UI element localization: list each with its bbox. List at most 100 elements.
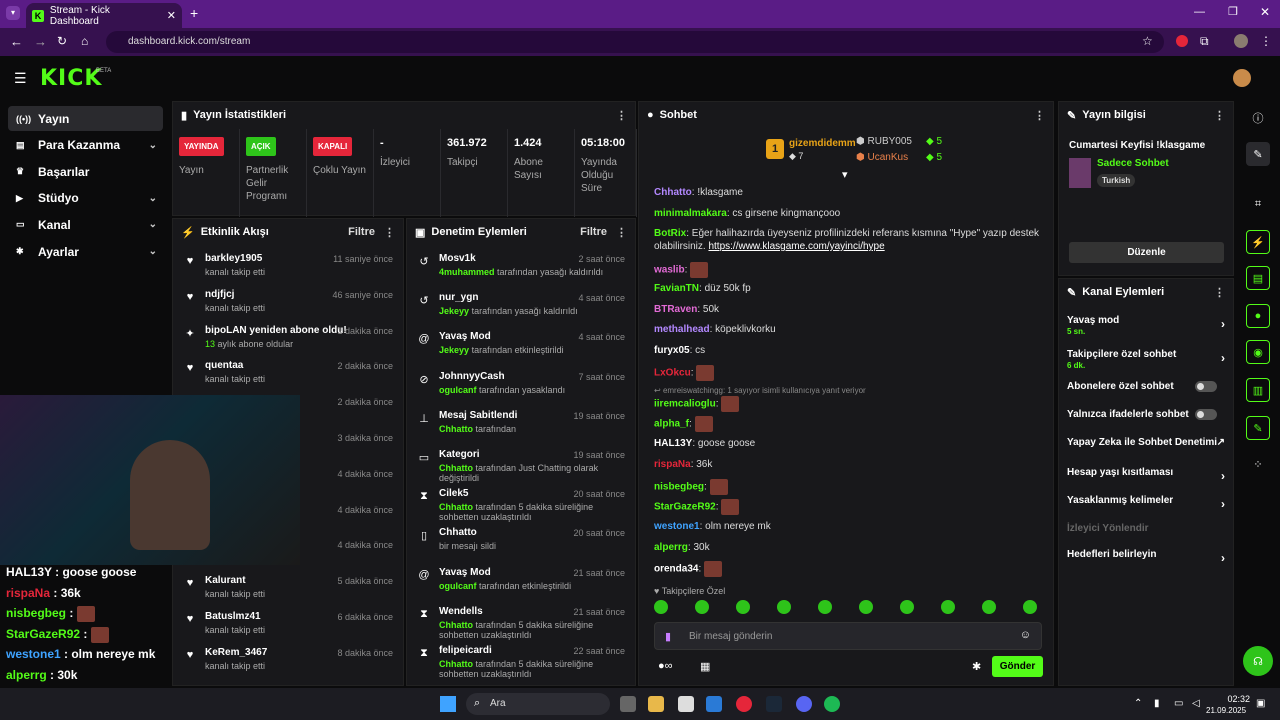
chrome-icon[interactable] [736,696,752,712]
windows-start-icon[interactable] [440,696,456,712]
moderation-target[interactable]: Mosv1k [439,253,476,264]
chat-username[interactable]: BTRaven [654,304,697,315]
send-button[interactable]: Gönder [992,656,1043,677]
activity-menu-icon[interactable]: ⋮ [384,226,395,239]
emote-icon[interactable] [859,600,873,614]
gifter-3[interactable]: ⬢ UcanKus [856,152,908,163]
activity-user[interactable]: quentaa [205,360,243,371]
emoji-icon[interactable]: ☺ [1020,629,1031,641]
moderation-target[interactable]: Chhatto [439,527,477,538]
tray-chevron-icon[interactable]: ⌃ [1134,698,1142,709]
bookmark-star-icon[interactable]: ☆ [1142,34,1153,48]
spotify-icon[interactable] [824,696,840,712]
moderation-target[interactable]: felipeicardi [439,645,492,656]
activity-user[interactable]: Batuslmz41 [205,611,261,622]
broadcast-tool-icon[interactable]: ◉ [1246,340,1270,364]
moderation-target[interactable]: Kategori [439,449,480,460]
tab-list-chevron-icon[interactable]: ▾ [6,6,20,20]
new-tab-icon[interactable]: + [190,5,198,21]
moderation-menu-icon[interactable]: ⋮ [616,226,627,239]
chat-username[interactable]: waslib [654,265,685,276]
activity-user[interactable]: barkley1905 [205,253,262,264]
chat-username[interactable]: StarGazeR92 [654,502,716,513]
activity-user[interactable]: Kalurant [205,575,246,586]
emote-icon[interactable] [654,600,668,614]
moderator-name[interactable]: Chhatto [439,502,473,512]
channel-action-5[interactable]: Hesap yaşı kısıtlaması › [1067,467,1225,483]
emote-icon[interactable] [1023,600,1037,614]
nav-item-0[interactable]: ((•)) Yayın [8,106,163,131]
home-icon[interactable]: ⌂ [81,34,88,48]
mic-icon[interactable]: ▮ [665,630,671,643]
chat-username[interactable]: nisbegbeg [654,482,704,493]
nav-item-5[interactable]: ✱ Ayarlar ⌄ [8,239,163,264]
moderation-target[interactable]: Wendells [439,606,483,617]
moderator-name[interactable]: Chhatto [439,659,473,669]
browser-menu-icon[interactable]: ⋮ [1260,34,1272,48]
nav-item-1[interactable]: ▤ Para Kazanma ⌄ [8,133,163,158]
clock-date[interactable]: 21.09.2025 [1206,706,1246,715]
channel-action-8[interactable]: Hedefleri belirleyin › [1067,549,1225,565]
channel-action-2[interactable]: Abonelere özel sohbet [1067,381,1225,392]
nav-item-2[interactable]: ♛ Başarılar [8,159,163,184]
chat-username[interactable]: LxOkcu [654,368,691,379]
moderator-name[interactable]: Jekeyy [439,345,469,355]
chat-username[interactable]: FavianTN [654,283,699,294]
channel-action-0[interactable]: Yavaş mod 5 sn. › [1067,315,1225,337]
store-app-icon[interactable] [678,696,694,712]
moderation-target[interactable]: Yavaş Mod [439,567,491,578]
gifter-2[interactable]: ⬢ RUBY005 [856,136,912,147]
steam-icon[interactable] [766,696,782,712]
emote-icon[interactable] [695,600,709,614]
chevron-down-icon[interactable]: ⌄ [149,246,157,257]
mic-tray-icon[interactable]: ▮ [1154,698,1160,709]
outlook-icon[interactable] [706,696,722,712]
moderation-target[interactable]: Mesaj Sabitlendi [439,410,517,421]
edit-info-button[interactable]: Düzenle [1069,242,1224,263]
moderator-name[interactable]: ogulcanf [439,581,477,591]
channel-action-4[interactable]: Yapay Zeka ile Sohbet Denetimi ↗ [1067,437,1225,448]
moderation-target[interactable]: JohnnyyCash [439,371,505,382]
moderation-target[interactable]: Cilek5 [439,488,468,499]
info-icon[interactable]: ⓘ [1246,106,1270,130]
top-gifter-user[interactable]: gizemdidemm [789,138,856,149]
chevron-down-icon[interactable]: ⌄ [149,219,157,230]
emote-icon[interactable] [818,600,832,614]
chevron-right-icon[interactable]: › [1221,317,1225,331]
apps-tool-icon[interactable]: ⁘ [1246,452,1270,476]
channel-action-6[interactable]: Yasaklanmış kelimeler › [1067,495,1225,511]
chat-username[interactable]: westone1 [654,521,700,532]
lightning-tool-icon[interactable]: ⚡ [1246,230,1270,254]
emote-icon[interactable] [941,600,955,614]
notification-icon[interactable]: ▣ [1256,698,1265,709]
chat-username[interactable]: minimalmakara [654,208,727,219]
nav-item-3[interactable]: ▶ Stüdyo ⌄ [8,186,163,211]
moderator-name[interactable]: ogulcanf [439,385,477,395]
emote-icon[interactable] [736,600,750,614]
reload-icon[interactable]: ↻ [57,34,67,48]
moderator-name[interactable]: 4muhammed [439,267,495,277]
discord-icon[interactable] [796,696,812,712]
chat-tool-icon[interactable]: ● [1246,304,1270,328]
moderator-name[interactable]: Chhatto [439,620,473,630]
info-menu-icon[interactable]: ⋮ [1214,109,1225,122]
activity-filter-button[interactable]: Filtre [348,226,375,238]
user-avatar[interactable] [1233,69,1251,87]
moderator-name[interactable]: Chhatto [439,463,473,473]
moderator-name[interactable]: Chhatto [439,424,473,434]
taskbar-search[interactable]: ⌕ Ara [466,693,610,715]
chevron-right-icon[interactable]: › [1221,497,1225,511]
minimize-icon[interactable]: — [1194,6,1205,18]
moderation-target[interactable]: nur_ygn [439,292,478,303]
document-tool-icon[interactable]: ▤ [1246,266,1270,290]
moderator-name[interactable]: Jekeyy [439,306,469,316]
layout-tool-icon[interactable]: ▥ [1246,378,1270,402]
profile-avatar-icon[interactable] [1234,34,1248,48]
category-link[interactable]: Sadece Sohbet [1097,158,1169,169]
toggle-switch[interactable] [1195,409,1217,420]
chevron-right-icon[interactable]: › [1221,551,1225,565]
chevron-right-icon[interactable]: › [1221,469,1225,483]
chat-settings-gear-icon[interactable]: ✱ [972,660,981,673]
chat-input[interactable]: ▮ Bir mesaj gönderin ☺ [654,622,1042,650]
channel-points-icon[interactable]: ●∞ [658,660,673,672]
